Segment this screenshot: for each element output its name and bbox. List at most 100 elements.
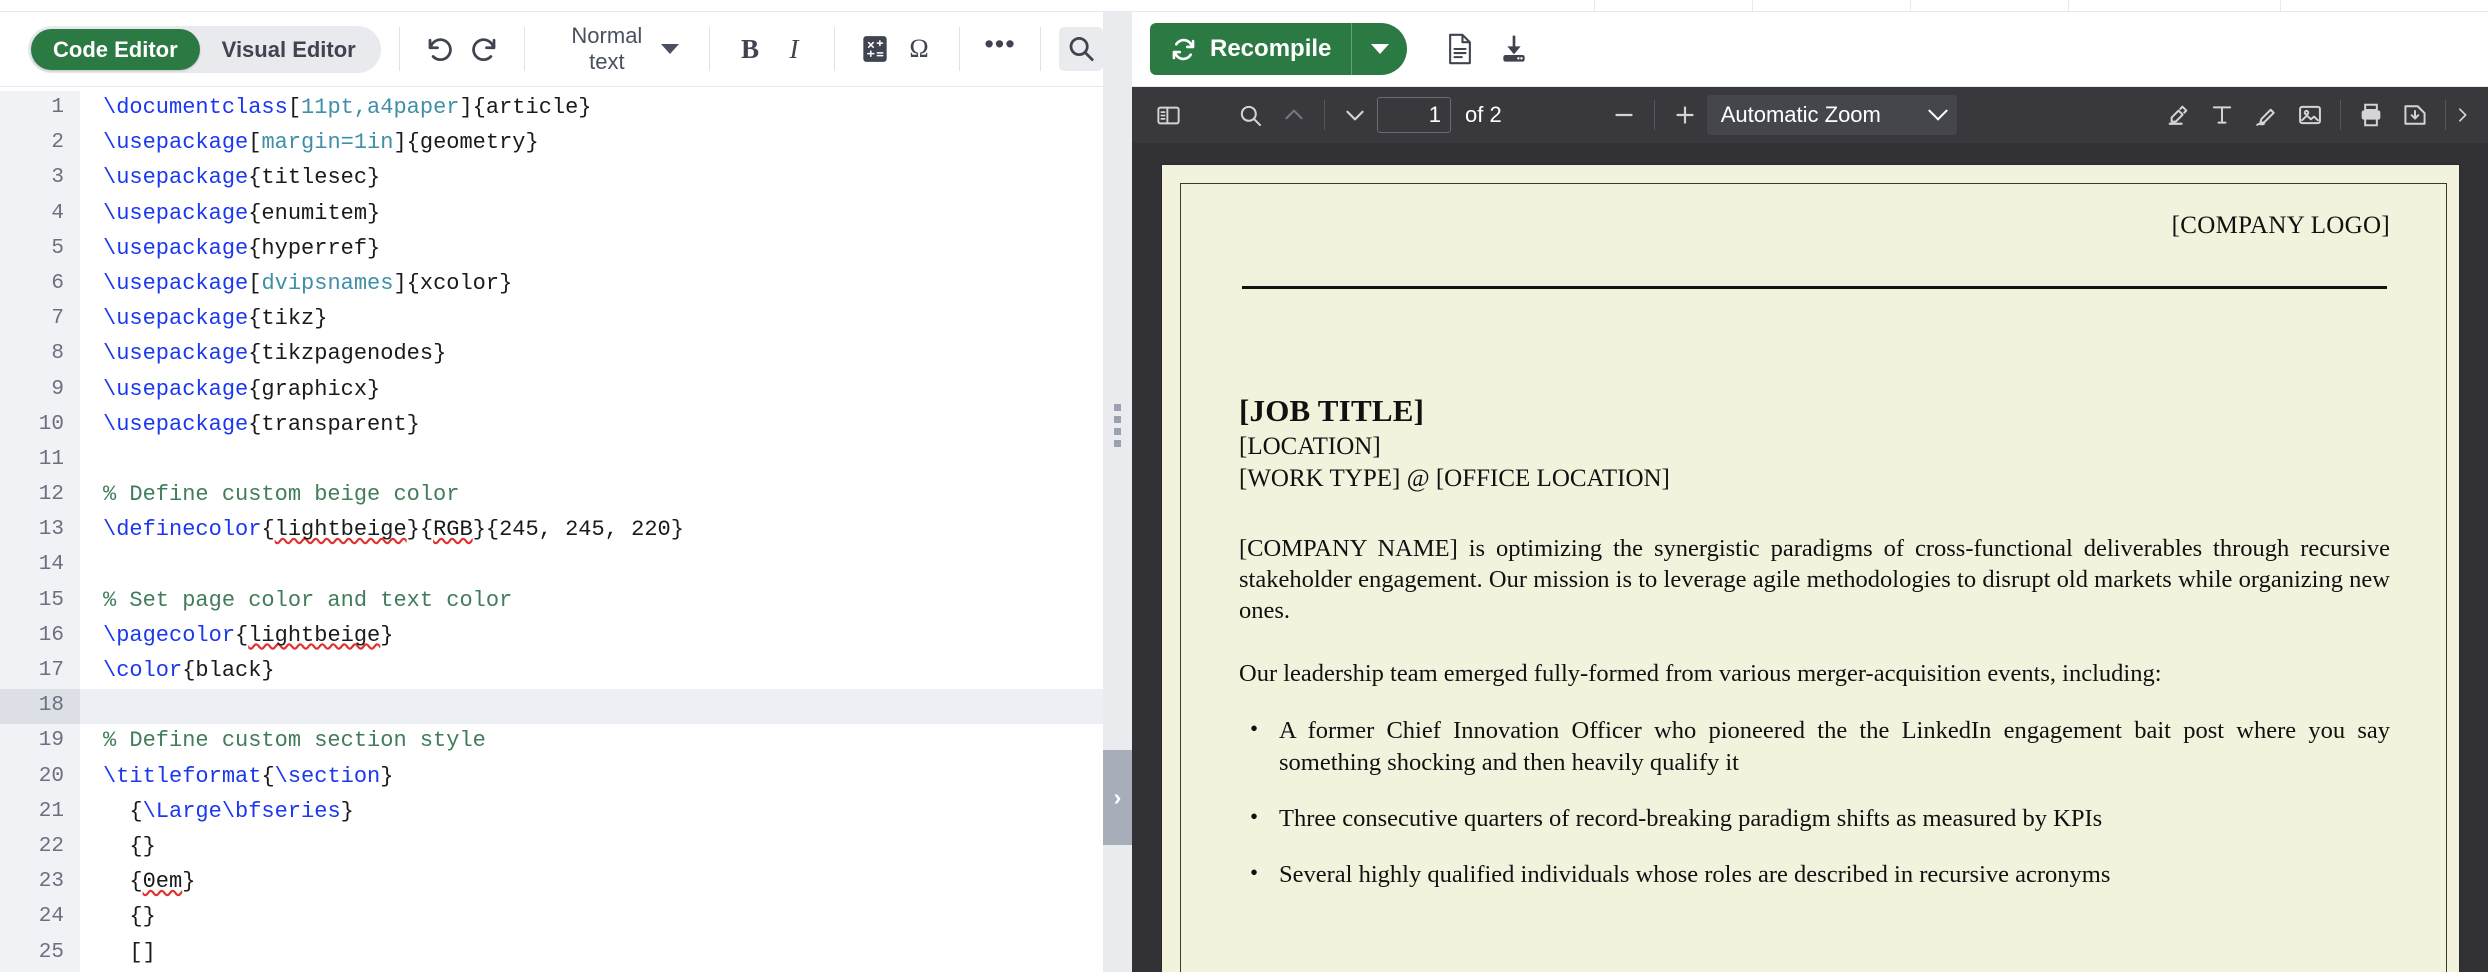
- code-line[interactable]: 17 \color{black}: [0, 654, 1103, 690]
- page-number-input[interactable]: [1377, 97, 1451, 133]
- code-line-text: \color{black}: [80, 654, 275, 688]
- code-line[interactable]: 7 \usepackage{tikz}: [0, 302, 1103, 338]
- more-tools-button[interactable]: [2454, 95, 2474, 135]
- tab-code-editor[interactable]: Code Editor: [31, 28, 200, 70]
- code-line[interactable]: 3 \usepackage{titlesec}: [0, 161, 1103, 197]
- code-line[interactable]: 11: [0, 442, 1103, 479]
- code-line[interactable]: 20 \titleformat{\section}: [0, 759, 1103, 795]
- previous-page-button[interactable]: [1272, 95, 1316, 135]
- code-editor-area[interactable]: 1 \documentclass[11pt,a4paper]{article} 2 \…: [0, 87, 1103, 972]
- code-token: \usepackage: [103, 376, 249, 402]
- code-token: {: [261, 517, 275, 543]
- code-token: % Define custom beige color: [103, 482, 460, 508]
- code-line[interactable]: 4 \usepackage{enumitem}: [0, 196, 1103, 232]
- editor-search-button[interactable]: [1059, 27, 1103, 71]
- code-line[interactable]: 24 {}: [0, 900, 1103, 936]
- code-token: \usepackage: [103, 235, 249, 261]
- code-line[interactable]: 6 \usepackage[dvipsnames]{xcolor}: [0, 266, 1103, 303]
- leadership-bullet-list: A former Chief Innovation Officer who pi…: [1239, 714, 2390, 889]
- insert-symbol-button[interactable]: Ω: [897, 27, 941, 71]
- pdf-document-content: [COMPANY LOGO] [JOB TITLE] [LOCATION] [W…: [1181, 184, 2446, 972]
- code-line[interactable]: 18: [0, 689, 1103, 725]
- code-line-text: \usepackage{graphicx}: [80, 373, 380, 407]
- code-token: lightbeige: [274, 517, 407, 543]
- code-token: lightbeige: [248, 622, 381, 648]
- paragraph-2: Our leadership team emerged fully-formed…: [1239, 660, 2162, 688]
- code-token: \titleformat: [103, 763, 262, 789]
- pdf-toolbar-divider: [1324, 100, 1325, 130]
- code-token: \usepackage: [103, 306, 249, 332]
- code-line-text: \titleformat{\section}: [80, 760, 393, 794]
- code-token: % Set page color and text color: [103, 587, 513, 613]
- line-number: 7: [0, 302, 80, 338]
- code-token: }: [182, 869, 196, 895]
- code-line[interactable]: 5 \usepackage{hyperref}: [0, 231, 1103, 267]
- code-line[interactable]: 21 {\Large\bfseries}: [0, 794, 1103, 830]
- text-annotation-button[interactable]: [2200, 95, 2244, 135]
- code-line[interactable]: 10 \usepackage{transparent}: [0, 407, 1103, 443]
- code-line[interactable]: 16 \pagecolor{lightbeige}: [0, 618, 1103, 654]
- italic-button[interactable]: I: [772, 27, 816, 71]
- toolbar-divider-3: [709, 27, 710, 71]
- code-line-text: \pagecolor{lightbeige}: [80, 619, 393, 653]
- code-line[interactable]: 12 % Define custom beige color: [0, 478, 1103, 514]
- insert-image-button[interactable]: [2288, 95, 2332, 135]
- code-line[interactable]: 2 \usepackage[margin=1in]{geometry}: [0, 126, 1103, 162]
- redo-button[interactable]: [462, 27, 506, 71]
- toggle-sidebar-button[interactable]: [1146, 95, 1190, 135]
- zoom-out-button[interactable]: [1602, 95, 1646, 135]
- code-line[interactable]: 14: [0, 548, 1103, 584]
- line-number: 2: [0, 126, 80, 162]
- code-token: RGB: [433, 517, 473, 543]
- code-token: % Define custom section style: [103, 728, 486, 754]
- collapse-pane-button[interactable]: ›: [1103, 750, 1132, 845]
- zoom-level-select[interactable]: Automatic Zoom: [1706, 95, 1957, 135]
- code-line-text: % Define custom section style: [80, 724, 486, 758]
- chevron-down-icon: [661, 44, 679, 54]
- toolbar-divider-2: [523, 27, 525, 71]
- freehand-draw-button[interactable]: [2244, 95, 2288, 135]
- code-line-text: \definecolor{lightbeige}{RGB}{245, 245, …: [80, 513, 684, 547]
- code-line[interactable]: 15 % Set page color and text color: [0, 583, 1103, 619]
- code-line[interactable]: 22 {}: [0, 829, 1103, 866]
- pdf-viewport[interactable]: [COMPANY LOGO] [JOB TITLE] [LOCATION] [W…: [1132, 143, 2488, 972]
- code-line[interactable]: 19 % Define custom section style: [0, 724, 1103, 760]
- code-token: 11pt,a4paper: [301, 95, 460, 120]
- redo-icon: [471, 38, 496, 62]
- pdf-find-button[interactable]: [1228, 95, 1272, 135]
- code-line[interactable]: 23 {0em}: [0, 865, 1103, 901]
- work-type-line: [WORK TYPE] @ [OFFICE LOCATION]: [1239, 465, 1670, 492]
- code-line[interactable]: 1 \documentclass[11pt,a4paper]{article}: [0, 91, 1103, 127]
- insert-math-button[interactable]: [853, 27, 897, 71]
- code-line[interactable]: 13 \definecolor{lightbeige}{RGB}{245, 245…: [0, 513, 1103, 549]
- undo-button[interactable]: [418, 27, 462, 71]
- chevron-down-icon: [1927, 100, 1948, 121]
- code-token: {hyperref}: [248, 235, 381, 261]
- code-line[interactable]: 8 \usepackage{tikzpagenodes}: [0, 337, 1103, 373]
- save-document-button[interactable]: [2393, 95, 2437, 135]
- recompile-button[interactable]: Recompile: [1150, 23, 1352, 75]
- highlight-tool-button[interactable]: [2156, 95, 2200, 135]
- code-token: 0em: [142, 869, 183, 895]
- pdf-toolbar-divider-4: [2445, 100, 2446, 130]
- stamp-image-icon: [2299, 105, 2321, 125]
- download-pdf-button[interactable]: [1487, 22, 1541, 76]
- print-button[interactable]: [2349, 95, 2393, 135]
- text-style-select[interactable]: Normal text: [543, 23, 691, 74]
- more-options-button[interactable]: •••: [978, 27, 1022, 71]
- code-token: dvipsnames: [261, 270, 394, 296]
- bold-button[interactable]: B: [728, 27, 772, 71]
- tab-visual-editor[interactable]: Visual Editor: [200, 29, 378, 70]
- zoom-in-button[interactable]: [1663, 95, 1707, 135]
- code-line[interactable]: 9 \usepackage{graphicx}: [0, 372, 1103, 408]
- view-logs-button[interactable]: [1433, 22, 1487, 76]
- code-line-text: [80, 689, 116, 723]
- toolbar-divider-4: [834, 27, 835, 71]
- editor-toolbar: Code Editor Visual Editor Normal text B …: [0, 12, 1103, 87]
- code-token: {: [235, 622, 249, 648]
- next-page-button[interactable]: [1333, 95, 1377, 135]
- code-line[interactable]: 25 []: [0, 935, 1103, 971]
- line-number: 9: [0, 372, 80, 408]
- recompile-options-button[interactable]: [1351, 23, 1408, 75]
- pane-splitter[interactable]: ›: [1103, 0, 1132, 972]
